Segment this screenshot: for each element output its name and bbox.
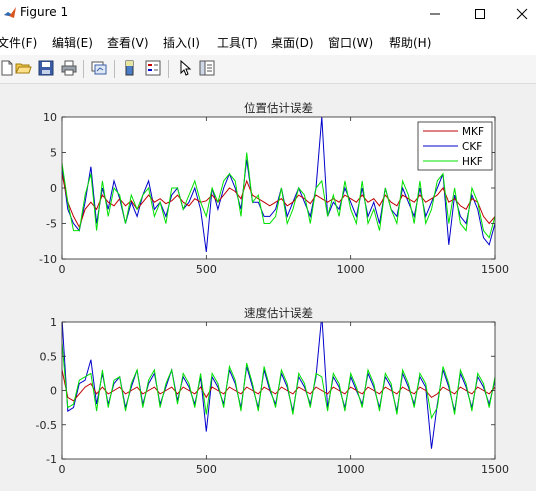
toolbar xyxy=(0,55,536,84)
menu-desktop[interactable]: 桌面(D) xyxy=(271,34,314,51)
window-title: Figure 1 xyxy=(20,5,69,19)
y-tick-label: 10 xyxy=(43,111,57,124)
legend-label-hkf: HKF xyxy=(462,156,483,168)
menu-file[interactable]: 文件(F) xyxy=(0,34,37,51)
x-tick-label: 1500 xyxy=(481,263,509,276)
y-tick-label: 0.5 xyxy=(40,350,58,363)
figure-svg: 位置估计误差0 500 1000 1500-10-50510MKFCKFHKF速度估计… xyxy=(36,101,509,476)
y-tick-label: 0 xyxy=(50,385,57,398)
menu-bar: 文件(F) 编辑(E) 查看(V) 插入(I) 工具(T) 桌面(D) 窗口(W… xyxy=(0,28,536,55)
matlab-logo-icon xyxy=(4,7,16,18)
y-tick-label: -0.5 xyxy=(36,419,57,432)
minimize-icon xyxy=(430,13,440,15)
insert-legend-icon[interactable] xyxy=(144,59,162,77)
maximize-button[interactable] xyxy=(458,0,502,28)
y-tick-label: -10 xyxy=(39,253,57,266)
open-file-icon[interactable] xyxy=(14,59,32,77)
link-plot-icon[interactable] xyxy=(90,59,108,77)
menu-tools[interactable]: 工具(T) xyxy=(217,34,258,51)
x-tick-label: 0 xyxy=(59,263,66,276)
axes-2: 速度估计误差 0 500 1000 1500 -1 -0.5 0 0.5 1 xyxy=(36,306,509,476)
close-icon xyxy=(516,8,528,20)
y-tick-label: -5 xyxy=(46,218,57,231)
y-tick-label: -1 xyxy=(46,453,57,466)
maximize-icon xyxy=(475,9,485,19)
x-tick-label: 1500 xyxy=(481,463,509,476)
axes-1: 位置估计误差 0 500 1000 1500 -10 -5 0 5 10 MKF CKF HKF xyxy=(39,101,509,276)
title-bar: Figure 1 xyxy=(0,0,536,28)
toolbar-separator xyxy=(114,60,115,78)
figure-canvas: 位置估计误差 0 500 1000 1500 -10 -5 0 5 10 MKF CKF HKF 速度估计… xyxy=(0,84,536,487)
x-tick-label: 1000 xyxy=(337,463,365,476)
legend-label-ckf: CKF xyxy=(462,141,482,153)
toolbar-separator xyxy=(168,60,169,78)
x-tick-label: 500 xyxy=(196,263,217,276)
minimize-button[interactable] xyxy=(413,0,457,28)
edit-plot-arrow-icon[interactable] xyxy=(176,59,194,77)
menu-view[interactable]: 查看(V) xyxy=(107,34,149,51)
y-tick-label: 5 xyxy=(50,147,57,160)
close-button[interactable] xyxy=(500,0,536,28)
y-tick-label: 1 xyxy=(50,316,57,329)
property-inspector-icon[interactable] xyxy=(198,59,216,77)
menu-window[interactable]: 窗口(W) xyxy=(328,34,373,51)
x-tick-label: 1000 xyxy=(337,263,365,276)
legend-label-mkf: MKF xyxy=(462,126,484,138)
chart-title: 位置估计误差 xyxy=(244,101,313,115)
x-tick-label: 500 xyxy=(196,463,217,476)
legend: MKF CKF HKF xyxy=(417,121,493,171)
menu-help[interactable]: 帮助(H) xyxy=(389,34,431,51)
insert-colorbar-icon[interactable] xyxy=(121,59,139,77)
menu-insert[interactable]: 插入(I) xyxy=(163,34,200,51)
menu-edit[interactable]: 编辑(E) xyxy=(52,34,93,51)
y-tick-label: 0 xyxy=(50,182,57,195)
toolbar-separator xyxy=(83,60,84,78)
print-icon[interactable] xyxy=(60,59,78,77)
chart-title: 速度估计误差 xyxy=(244,306,313,320)
x-tick-label: 0 xyxy=(59,463,66,476)
save-icon[interactable] xyxy=(37,59,55,77)
